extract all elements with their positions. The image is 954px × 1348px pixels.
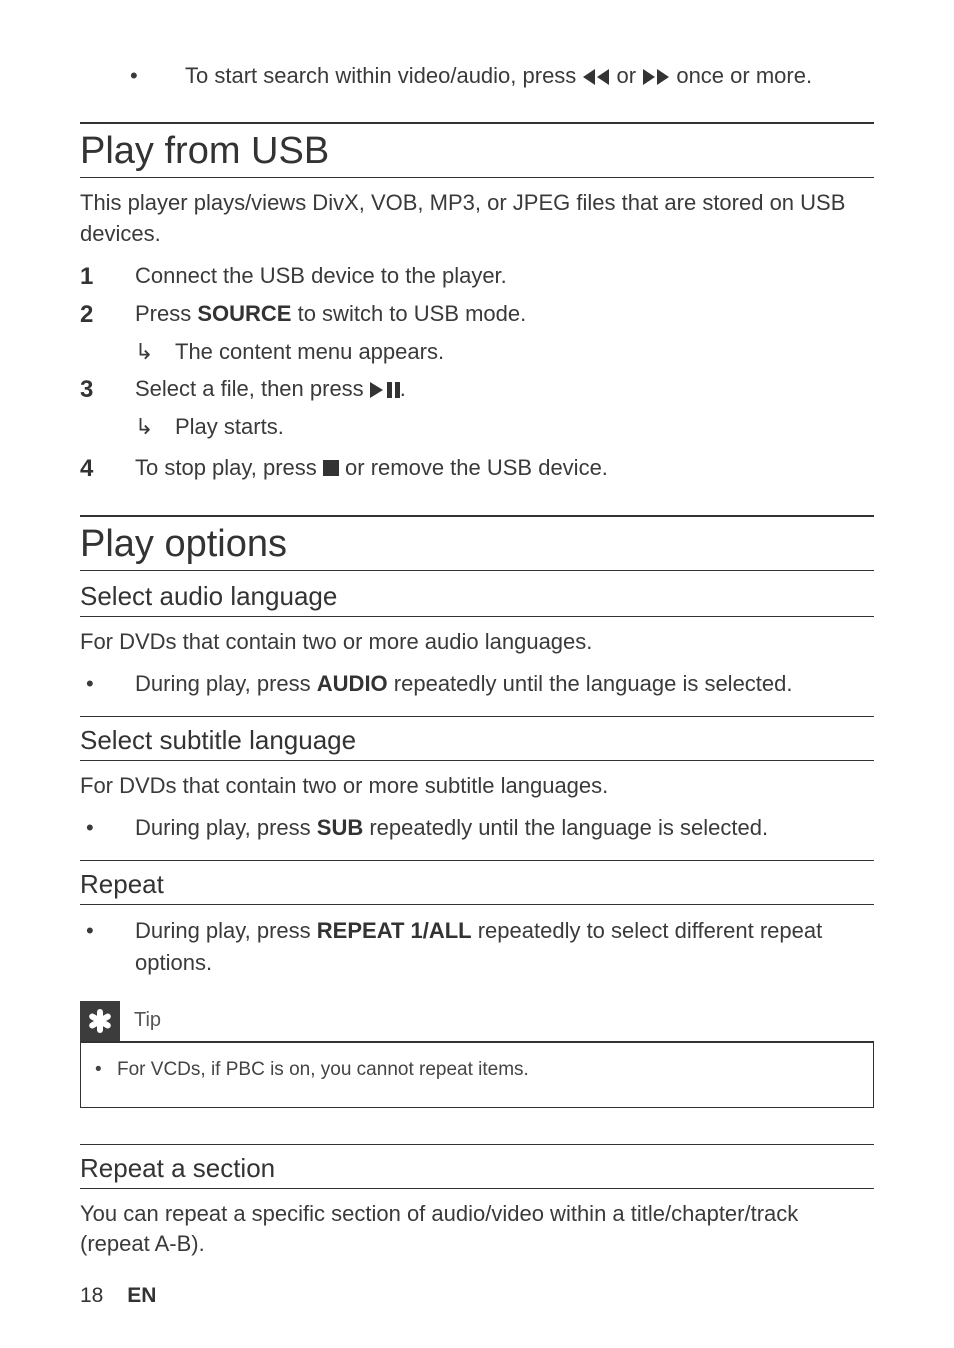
repeat-section-intro: You can repeat a specific section of aud… [80,1199,874,1261]
heading-play-from-usb: Play from USB [80,122,874,178]
result-text: The content menu appears. [175,335,444,368]
text-fragment: During play, press [135,918,317,943]
text-fragment: During play, press [135,815,317,840]
fast-forward-icon [642,69,670,85]
step-3-result: ↳ Play starts. [135,410,874,443]
arrow-icon: ↳ [135,335,175,368]
text-fragment: . [400,376,406,401]
text-fragment: Select a file, then press [135,376,370,401]
bullet-dot: • [95,1059,117,1081]
bullet-dot: • [80,915,135,979]
arrow-icon: ↳ [135,410,175,443]
heading-play-options: Play options [80,515,874,571]
page-number: 18 [80,1284,103,1307]
audio-intro: For DVDs that contain two or more audio … [80,627,874,658]
audio-label: AUDIO [317,671,388,696]
step-text: To stop play, press or remove the USB de… [135,451,874,487]
usb-intro: This player plays/views DivX, VOB, MP3, … [80,188,874,250]
sub-label: SUB [317,815,363,840]
tip-body: • For VCDs, if PBC is on, you cannot rep… [80,1041,874,1108]
text-fragment: or [610,63,642,88]
step-number: 4 [80,451,135,487]
result-text: Play starts. [175,410,284,443]
bullet-text: During play, press SUB repeatedly until … [135,812,874,844]
text-fragment: to switch to USB mode. [291,301,526,326]
audio-bullet: • During play, press AUDIO repeatedly un… [80,668,874,700]
tip-header: Tip [80,1001,874,1041]
step-1: 1 Connect the USB device to the player. [80,259,874,295]
heading-select-subtitle: Select subtitle language [80,716,874,761]
step-text: Select a file, then press . [135,372,874,408]
repeat-bullet: • During play, press REPEAT 1/ALL repeat… [80,915,874,979]
step-number: 1 [80,259,135,295]
subtitle-intro: For DVDs that contain two or more subtit… [80,771,874,802]
text-fragment: repeatedly until the language is selecte… [388,671,793,696]
search-bullet: • To start search within video/audio, pr… [130,60,874,92]
bullet-dot: • [80,668,135,700]
repeat-label: REPEAT 1/ALL [317,918,472,943]
page-content: • To start search within video/audio, pr… [80,60,874,1260]
language-code: EN [127,1284,156,1307]
text-fragment: During play, press [135,671,317,696]
search-text: To start search within video/audio, pres… [185,60,874,92]
text-fragment: To start search within video/audio, pres… [185,63,582,88]
step-3: 3 Select a file, then press . [80,372,874,408]
text-fragment: once or more. [670,63,812,88]
source-label: SOURCE [197,301,291,326]
step-text: Connect the USB device to the player. [135,259,874,295]
heading-select-audio: Select audio language [80,581,874,617]
bullet-dot: • [80,812,135,844]
step-number: 2 [80,297,135,333]
tip-icon [80,1001,120,1041]
tip-box: Tip • For VCDs, if PBC is on, you cannot… [80,1001,874,1108]
subtitle-bullet: • During play, press SUB repeatedly unti… [80,812,874,844]
stop-icon [323,460,339,476]
step-4: 4 To stop play, press or remove the USB … [80,451,874,487]
text-fragment: Press [135,301,197,326]
play-pause-icon [370,382,400,398]
heading-repeat: Repeat [80,860,874,905]
bullet-dot: • [130,60,185,92]
text-fragment: To stop play, press [135,455,323,480]
bullet-text: During play, press REPEAT 1/ALL repeated… [135,915,874,979]
step-number: 3 [80,372,135,408]
text-fragment: or remove the USB device. [339,455,608,480]
tip-label: Tip [134,1009,161,1032]
tip-text: For VCDs, if PBC is on, you cannot repea… [117,1059,529,1081]
text-fragment: repeatedly until the language is selecte… [363,815,768,840]
rewind-icon [582,69,610,85]
step-text: Press SOURCE to switch to USB mode. [135,297,874,333]
step-2-result: ↳ The content menu appears. [135,335,874,368]
bullet-text: During play, press AUDIO repeatedly unti… [135,668,874,700]
step-2: 2 Press SOURCE to switch to USB mode. [80,297,874,333]
page-footer: 18 EN [80,1284,156,1308]
heading-repeat-section: Repeat a section [80,1144,874,1189]
asterisk-icon [86,1007,114,1035]
